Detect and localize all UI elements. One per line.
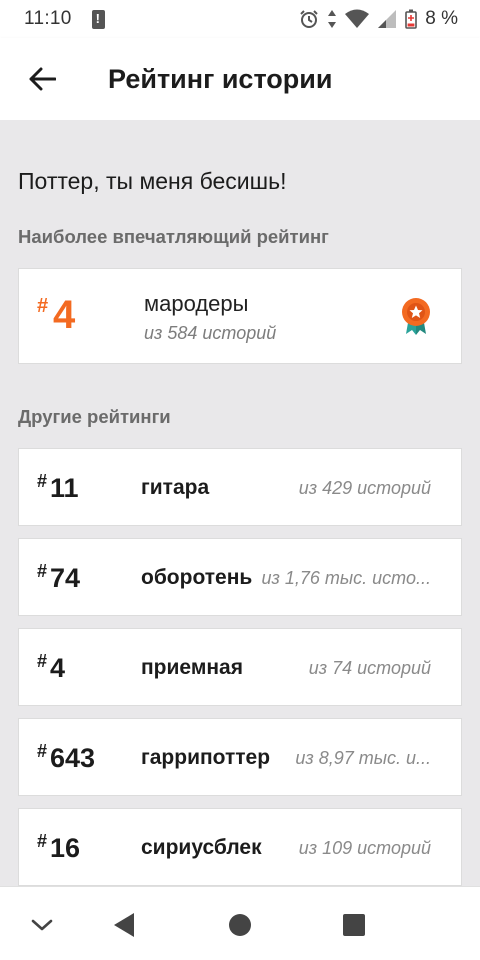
rank-number: 11 (50, 473, 79, 503)
story-count: из 74 историй (308, 658, 431, 678)
tag-name: мародеры (144, 291, 249, 316)
battery-percent: 8 % (425, 8, 458, 29)
rank-hash: # (37, 295, 49, 317)
rank-number: 4 (50, 653, 66, 683)
tag-name: приемная (141, 656, 243, 679)
rank-number: 74 (50, 563, 81, 593)
award-badge-icon (402, 298, 430, 335)
ranking-card[interactable]: # 16 сириусблек из 109 историй (18, 808, 462, 886)
nav-home-button[interactable] (216, 901, 264, 949)
story-count: из 584 историй (144, 323, 277, 343)
nav-recents-button[interactable] (330, 901, 378, 949)
rank-hash: # (37, 741, 48, 761)
rank-hash: # (37, 831, 48, 851)
rank-hash: # (37, 561, 48, 581)
app-bar: Рейтинг истории (0, 38, 480, 120)
hide-keyboard-button[interactable] (18, 901, 66, 949)
back-button[interactable] (12, 49, 72, 109)
story-count: из 1,76 тыс. исто... (261, 568, 431, 588)
rank-number: 4 (53, 293, 76, 337)
ranking-card[interactable]: # 643 гаррипоттер из 8,97 тыс. и... (18, 718, 462, 796)
story-count: из 8,97 тыс. и... (295, 748, 431, 768)
alarm-icon (300, 10, 318, 28)
rank-hash: # (37, 651, 48, 671)
best-ranking-card[interactable]: # 4 мародеры из 584 историй (18, 268, 462, 364)
page-title: Рейтинг истории (108, 63, 333, 94)
cell-signal-icon (378, 10, 397, 28)
ranking-card[interactable]: # 11 гитара из 429 историй (18, 448, 462, 526)
recents-square-icon (343, 914, 365, 936)
nav-back-button[interactable] (100, 901, 148, 949)
ranking-card[interactable]: # 74 оборотень из 1,76 тыс. исто... (18, 538, 462, 616)
wifi-icon (345, 9, 370, 28)
status-time: 11:10 (24, 8, 72, 29)
best-ranking-label: Наиболее впечатляющий рейтинг (18, 226, 329, 247)
chevron-down-icon (31, 919, 53, 931)
status-bar: 11:10 8 % (0, 0, 480, 38)
system-nav-bar (0, 886, 480, 960)
rank-number: 643 (50, 743, 96, 773)
status-icons: 8 % (299, 8, 458, 30)
rank-number: 16 (50, 833, 81, 863)
other-rankings-label: Другие рейтинги (18, 406, 171, 427)
tag-name: оборотень (141, 566, 253, 589)
ranking-card[interactable]: # 4 приемная из 74 историй (18, 628, 462, 706)
data-arrows-icon (328, 10, 337, 28)
arrow-left-icon (29, 67, 56, 91)
tag-name: гитара (141, 476, 210, 499)
home-circle-icon (229, 914, 251, 936)
rankings-content[interactable]: Поттер, ты меня бесишь! Наиболее впечатл… (0, 120, 480, 886)
tag-name: сириусблек (141, 836, 262, 859)
back-triangle-icon (114, 913, 134, 937)
tag-name: гаррипоттер (141, 746, 271, 769)
alert-icon (91, 9, 105, 29)
battery-icon (405, 9, 418, 29)
story-title: Поттер, ты меня бесишь! (18, 168, 287, 194)
rank-hash: # (37, 471, 48, 491)
story-count: из 429 историй (298, 478, 431, 498)
story-count: из 109 историй (298, 838, 431, 858)
